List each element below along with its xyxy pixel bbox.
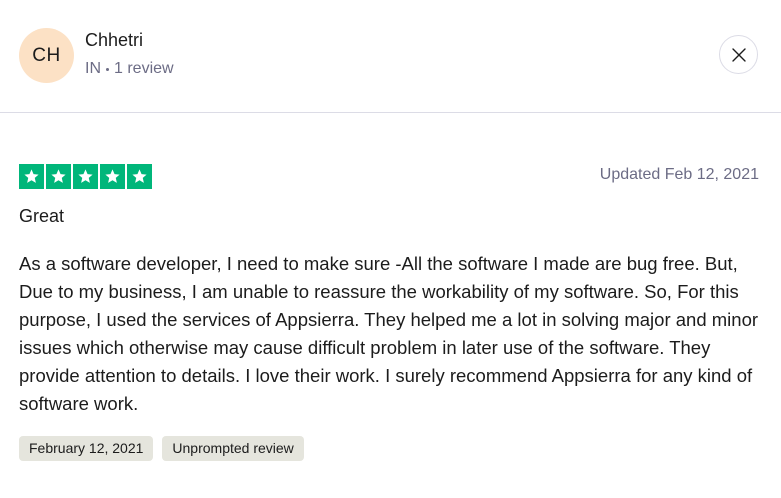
star-icon — [51, 169, 66, 183]
review-title: Great — [19, 206, 65, 226]
avatar: CH — [19, 28, 74, 83]
star-icon — [78, 169, 93, 183]
separator-dot — [106, 67, 109, 71]
unprompted-review-tag: Unprompted review — [162, 436, 304, 461]
date-of-experience-tag: February 12, 2021 — [19, 436, 154, 461]
review-body: As a software developer, I need to make … — [19, 253, 759, 414]
review-card: CH Chhetri IN 1 review Updated Feb 12, 2… — [0, 0, 781, 498]
star-3 — [73, 164, 98, 189]
star-icon — [105, 169, 120, 183]
reviewer-header: CH Chhetri IN 1 review — [0, 0, 781, 113]
star-icon — [24, 169, 39, 183]
updated-date: Updated Feb 12, 2021 — [599, 166, 759, 183]
reviewer-meta: IN 1 review — [85, 60, 174, 78]
reviewer-name[interactable]: Chhetri — [85, 30, 143, 51]
close-icon — [731, 47, 746, 62]
star-4 — [100, 164, 125, 189]
review-tags: February 12, 2021 Unprompted review — [19, 436, 304, 461]
star-5 — [127, 164, 152, 189]
reviewer-country: IN — [85, 60, 101, 77]
close-button[interactable] — [719, 35, 758, 74]
reviewer-review-count: 1 review — [114, 60, 174, 77]
avatar-initials: CH — [32, 44, 61, 66]
star-2 — [46, 164, 71, 189]
star-icon — [132, 169, 147, 183]
star-1 — [19, 164, 44, 189]
star-rating — [19, 164, 152, 189]
